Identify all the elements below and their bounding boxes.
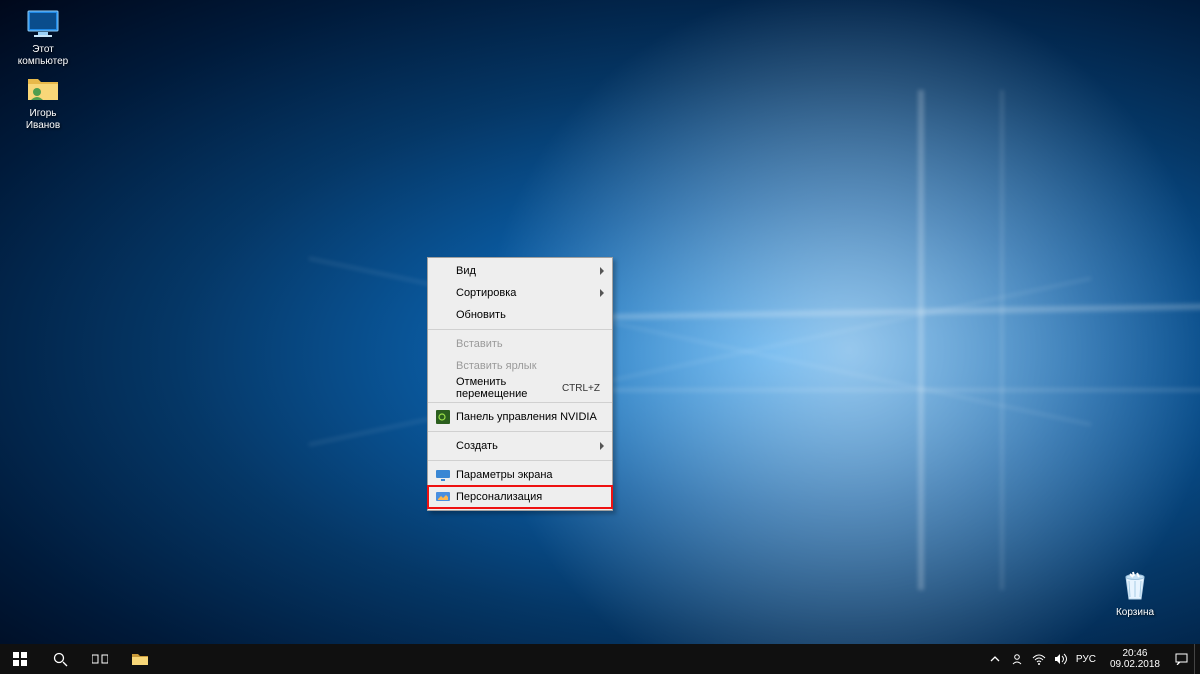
menu-item-label: Сортировка [454, 287, 606, 299]
start-button[interactable] [0, 644, 40, 674]
this-pc-icon [25, 6, 61, 42]
desktop-icon-label: Корзина [1098, 607, 1172, 619]
tray-overflow-button[interactable] [988, 652, 1002, 666]
tray-volume-icon[interactable] [1054, 652, 1068, 666]
tray-language-indicator[interactable]: РУС [1076, 652, 1096, 666]
menu-item-nvidia-panel[interactable]: Панель управления NVIDIA [428, 406, 612, 428]
tray-people-icon[interactable] [1010, 652, 1024, 666]
task-view-button[interactable] [80, 644, 120, 674]
notification-icon [1175, 653, 1188, 665]
menu-item-label: Персонализация [454, 491, 606, 503]
menu-item-shortcut: CTRL+Z [562, 383, 600, 394]
desktop-icon-label: Этот компьютер [6, 44, 80, 67]
clock-date: 09.02.2018 [1110, 659, 1160, 670]
menu-item-label: Панель управления NVIDIA [454, 411, 606, 423]
search-icon [53, 652, 68, 667]
search-button[interactable] [40, 644, 80, 674]
display-settings-icon [432, 467, 454, 483]
menu-separator [428, 402, 612, 403]
taskbar-app-explorer[interactable] [120, 644, 160, 674]
menu-item-refresh[interactable]: Обновить [428, 304, 612, 326]
menu-item-paste: Вставить [428, 333, 612, 355]
menu-separator [428, 431, 612, 432]
personalize-icon [432, 489, 454, 505]
menu-item-display-settings[interactable]: Параметры экрана [428, 464, 612, 486]
file-explorer-icon [131, 652, 149, 666]
menu-item-undo-move[interactable]: Отменить перемещение CTRL+Z [428, 377, 612, 399]
menu-item-view[interactable]: Вид [428, 260, 612, 282]
menu-item-label: Создать [454, 440, 606, 452]
show-desktop-button[interactable] [1194, 644, 1200, 674]
tray-network-icon[interactable] [1032, 652, 1046, 666]
desktop-icon-user-folder[interactable]: Игорь Иванов [6, 70, 80, 131]
menu-item-label: Обновить [454, 309, 606, 321]
menu-item-label: Вставить ярлык [454, 360, 606, 372]
task-view-icon [92, 653, 108, 665]
system-tray: РУС 20:46 09.02.2018 [982, 648, 1194, 670]
menu-item-label: Вставить [454, 338, 606, 350]
folder-user-icon [25, 70, 61, 106]
menu-item-new[interactable]: Создать [428, 435, 612, 457]
tray-action-center-button[interactable] [1174, 652, 1188, 666]
nvidia-icon [432, 409, 454, 425]
chevron-up-icon [990, 655, 1000, 663]
windows-logo-icon [13, 652, 27, 666]
clock-time: 20:46 [1110, 648, 1160, 659]
menu-item-label: Отменить перемещение [454, 376, 562, 400]
desktop-context-menu: Вид Сортировка Обновить Вставить Вставит… [427, 257, 613, 511]
tray-clock[interactable]: 20:46 09.02.2018 [1104, 648, 1166, 670]
menu-item-paste-shortcut: Вставить ярлык [428, 355, 612, 377]
language-label: РУС [1076, 654, 1096, 665]
menu-separator [428, 460, 612, 461]
menu-item-label: Вид [454, 265, 606, 277]
menu-item-label: Параметры экрана [454, 469, 606, 481]
desktop-icon-this-pc[interactable]: Этот компьютер [6, 6, 80, 67]
taskbar: РУС 20:46 09.02.2018 [0, 644, 1200, 674]
people-icon [1011, 653, 1023, 665]
desktop[interactable]: Этот компьютер Игорь Иванов Корзина [0, 0, 1200, 644]
wifi-icon [1032, 653, 1046, 665]
menu-item-personalize[interactable]: Персонализация [428, 486, 612, 508]
speaker-icon [1054, 653, 1067, 665]
desktop-icon-recycle-bin[interactable]: Корзина [1098, 569, 1172, 619]
menu-separator [428, 329, 612, 330]
menu-item-sort[interactable]: Сортировка [428, 282, 612, 304]
recycle-bin-icon [1117, 569, 1153, 605]
desktop-icon-label: Игорь Иванов [6, 108, 80, 131]
